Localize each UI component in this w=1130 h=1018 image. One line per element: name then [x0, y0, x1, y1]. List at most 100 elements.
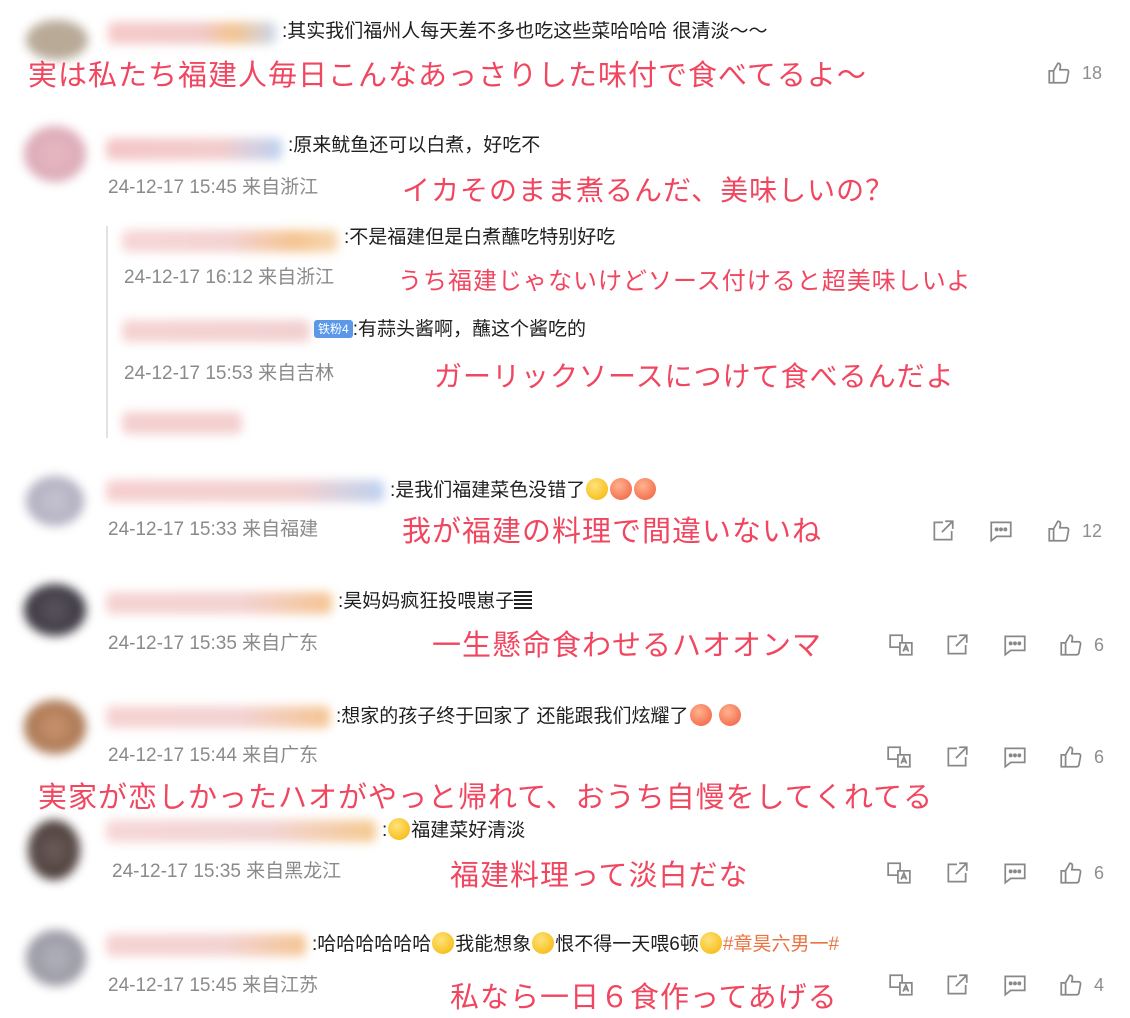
laugh-cry-emoji: [432, 932, 455, 954]
username-blurred[interactable]: [106, 138, 282, 160]
share-icon: [944, 632, 970, 658]
laugh-cry-emoji: [532, 932, 555, 954]
kiss-emoji: [718, 704, 741, 726]
comment-button[interactable]: [1002, 632, 1028, 658]
thumbs-up-icon: [1046, 60, 1072, 86]
comment-button[interactable]: [1002, 860, 1028, 886]
like-count: 12: [1082, 520, 1103, 541]
laugh-cry-emoji: [699, 932, 722, 954]
translation-caption: 一生懸命食わせるハオオンマ: [432, 628, 823, 662]
like-count: 6: [1094, 746, 1105, 767]
comment-text: :是我们福建菜色没错了: [390, 478, 657, 503]
comment-text: :原来鱿鱼还可以白煮，好吃不: [288, 135, 541, 156]
comment-text: : 福建菜好清淡: [382, 818, 526, 841]
comment-button[interactable]: [988, 518, 1014, 544]
more-replies-link-blurred[interactable]: [122, 412, 242, 434]
avatar[interactable]: [26, 20, 88, 60]
comment-text: :想家的孩子终于回家了 还能跟我们炫耀了: [336, 704, 742, 729]
like-button[interactable]: 4: [1058, 972, 1104, 998]
comment-icon: [1002, 972, 1028, 998]
comment-button[interactable]: [1002, 972, 1028, 998]
heart-eyes-emoji: [634, 478, 657, 500]
share-icon: [944, 744, 970, 770]
username-blurred[interactable]: [106, 934, 306, 956]
translate-icon: [888, 972, 914, 998]
like-count: 4: [1094, 974, 1105, 995]
translate-icon: [886, 860, 912, 886]
tongue-emoji: [586, 478, 609, 500]
comment-meta: 24-12-17 15:35 来自黑龙江: [112, 861, 342, 882]
translate-button[interactable]: [888, 972, 914, 998]
share-button[interactable]: [944, 972, 970, 998]
hashtag-link[interactable]: #章昊六男一#: [723, 934, 839, 955]
comment-meta: 24-12-17 15:35 来自广东: [108, 633, 319, 654]
username-blurred[interactable]: [106, 592, 332, 614]
comment-meta: 24-12-17 15:45 来自江苏: [108, 975, 319, 996]
comment-text: :昊妈妈疯狂投喂崽子: [338, 590, 533, 614]
like-count: 6: [1094, 862, 1105, 883]
comment-icon: [1002, 744, 1028, 770]
username-blurred[interactable]: [106, 706, 330, 728]
like-button[interactable]: 12: [1046, 518, 1102, 544]
avatar[interactable]: [24, 126, 86, 182]
share-button[interactable]: [944, 860, 970, 886]
share-icon: [944, 860, 970, 886]
reply-text: :不是福建但是白煮蘸吃特别好吃: [344, 227, 616, 248]
translate-button[interactable]: [886, 744, 912, 770]
comment-meta: 24-12-17 15:45 来自浙江: [108, 177, 319, 198]
avatar[interactable]: [24, 584, 86, 636]
comment-button[interactable]: [1002, 744, 1028, 770]
sparkle-face-emoji: [610, 478, 633, 500]
username-blurred[interactable]: [106, 480, 384, 502]
avatar[interactable]: [24, 700, 86, 754]
kiss-emoji: [689, 704, 712, 726]
translation-caption: 我が福建の料理で間違いないね: [402, 514, 823, 548]
translation-caption: イカそのまま煮るんだ、美味しいの？: [402, 174, 895, 207]
like-button[interactable]: 18: [1046, 60, 1102, 86]
thumbs-up-icon: [1058, 860, 1084, 886]
username-blurred[interactable]: [122, 230, 338, 252]
translation-caption: 実は私たち福建人毎日こんなあっさりした味付で食べてるよ～: [28, 58, 867, 92]
username-blurred[interactable]: [106, 820, 376, 842]
username-blurred[interactable]: [122, 320, 310, 342]
avatar[interactable]: [28, 820, 80, 880]
thumbs-up-icon: [1058, 632, 1084, 658]
reply-text: 铁粉4:有蒜头酱啊，蘸这个酱吃的: [314, 318, 586, 342]
like-button[interactable]: 6: [1058, 860, 1104, 886]
avatar[interactable]: [26, 930, 86, 986]
comment-text: :其实我们福州人每天差不多也吃这些菜哈哈哈 很清淡～～: [282, 21, 768, 42]
sticker-icon: [514, 591, 533, 609]
share-button[interactable]: [944, 632, 970, 658]
reply-meta: 24-12-17 15:53 来自吉林: [124, 363, 335, 384]
translation-caption: うち福建じゃないけどソース付けると超美味しいよ: [398, 267, 972, 295]
comment-icon: [988, 518, 1014, 544]
translate-icon: [888, 632, 914, 658]
like-button[interactable]: 6: [1058, 744, 1104, 770]
comment-icon: [1002, 632, 1028, 658]
comment-icon: [1002, 860, 1028, 886]
translation-caption: ガーリックソースにつけて食べるんだよ: [434, 360, 955, 393]
translation-caption: 福建料理って淡白だな: [450, 858, 749, 892]
reply-thread-line: [106, 226, 108, 438]
comment-meta: 24-12-17 15:44 来自广东: [108, 745, 319, 766]
thumbs-up-icon: [1058, 972, 1084, 998]
sticker-emoji: [388, 818, 411, 840]
comment-meta: 24-12-17 15:33 来自福建: [108, 519, 319, 540]
translation-caption: 私なら一日６食作ってあげる: [450, 980, 838, 1014]
share-icon: [944, 972, 970, 998]
like-button[interactable]: 6: [1058, 632, 1104, 658]
thumbs-up-icon: [1058, 744, 1084, 770]
share-icon: [930, 518, 956, 544]
like-count: 6: [1094, 634, 1105, 655]
share-button[interactable]: [944, 744, 970, 770]
avatar[interactable]: [26, 476, 84, 526]
thumbs-up-icon: [1046, 518, 1072, 544]
translate-button[interactable]: [888, 632, 914, 658]
translate-button[interactable]: [886, 860, 912, 886]
like-count: 18: [1082, 62, 1103, 83]
username-blurred[interactable]: [108, 22, 276, 44]
translation-caption: 実家が恋しかったハオがやっと帰れて、おうち自慢をしてくれてる: [38, 780, 934, 814]
translate-icon: [886, 744, 912, 770]
reply-meta: 24-12-17 16:12 来自浙江: [124, 267, 335, 288]
share-button[interactable]: [930, 518, 956, 544]
